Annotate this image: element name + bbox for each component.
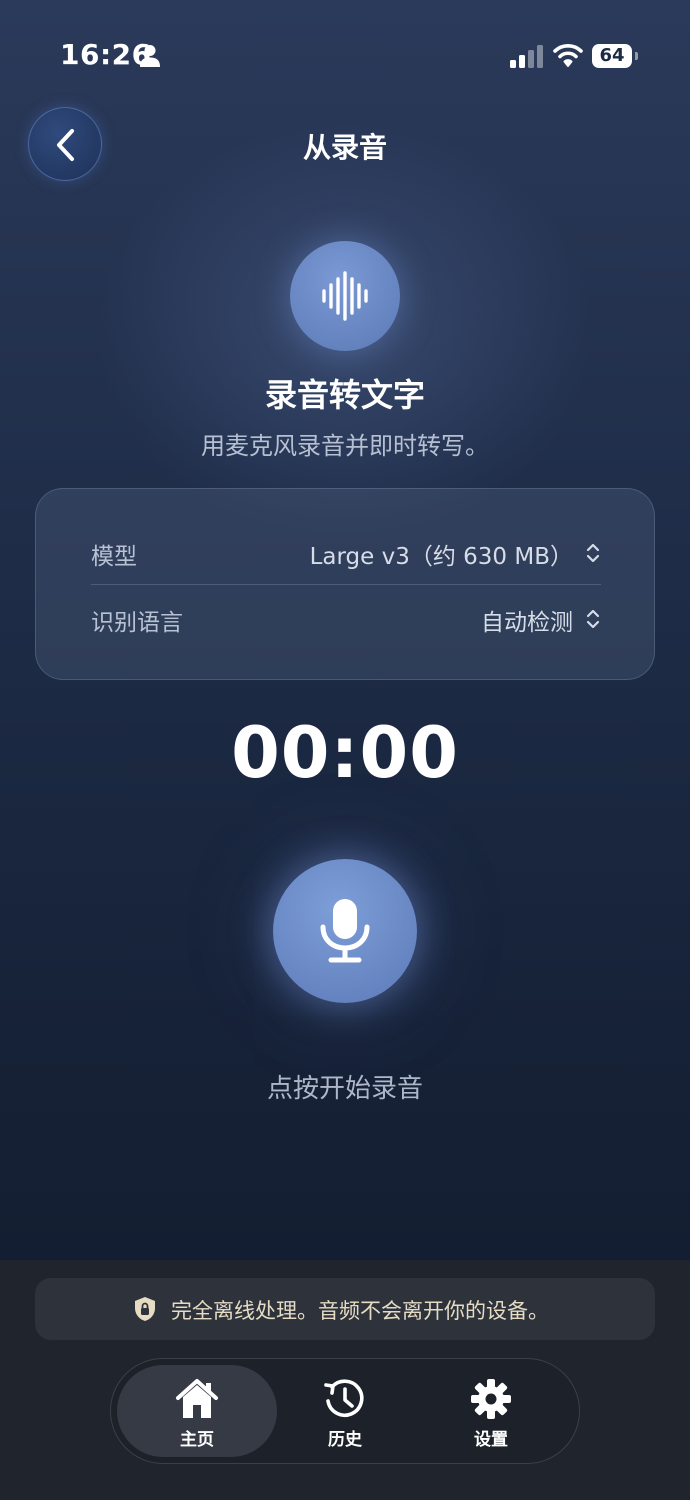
- settings-card: 模型 Large v3（约 630 MB） 识别语言 自动检测: [35, 488, 655, 680]
- language-selector[interactable]: 识别语言 自动检测: [91, 591, 601, 647]
- page-title: 从录音: [302, 131, 387, 164]
- tab-home[interactable]: 主页: [117, 1365, 277, 1457]
- record-button[interactable]: [273, 859, 417, 1003]
- battery-tip: [635, 52, 638, 60]
- chevron-updown-icon: [586, 543, 600, 563]
- chevron-updown-icon: [586, 609, 600, 629]
- waveform-icon: [322, 271, 368, 321]
- status-time: 16:26: [60, 38, 152, 71]
- tab-history-label: 历史: [328, 1430, 362, 1450]
- tab-settings-label: 设置: [474, 1430, 508, 1450]
- model-label: 模型: [91, 544, 137, 570]
- model-selector[interactable]: 模型 Large v3（约 630 MB）: [91, 525, 601, 581]
- language-label: 识别语言: [91, 610, 183, 636]
- gear-icon: [471, 1379, 511, 1419]
- person-icon: [140, 45, 160, 67]
- waveform-badge: [290, 241, 400, 351]
- model-value: Large v3（约 630 MB）: [309, 544, 573, 570]
- battery-level: 64: [592, 44, 632, 68]
- feature-subtitle: 用麦克风录音并即时转写。: [201, 432, 489, 460]
- tab-settings[interactable]: 设置: [411, 1365, 571, 1457]
- row-divider: [91, 584, 601, 585]
- recording-timer: 00:00: [231, 712, 459, 794]
- battery-icon: 64: [592, 44, 640, 68]
- feature-title: 录音转文字: [264, 376, 425, 414]
- tab-history[interactable]: 历史: [265, 1365, 425, 1457]
- microphone-icon: [320, 899, 370, 963]
- lock-shield-icon: [135, 1297, 155, 1321]
- language-value: 自动检测: [481, 610, 573, 636]
- offline-notice: 完全离线处理。音频不会离开你的设备。: [35, 1278, 655, 1340]
- home-icon: [176, 1379, 218, 1418]
- bottom-panel: 完全离线处理。音频不会离开你的设备。 主页 历史 设置: [0, 1260, 690, 1500]
- wifi-icon: [553, 44, 583, 67]
- record-hint: 点按开始录音: [266, 1074, 423, 1104]
- history-icon: [324, 1379, 364, 1418]
- offline-text: 完全离线处理。音频不会离开你的设备。: [171, 1299, 549, 1323]
- signal-icon: [510, 45, 543, 68]
- tab-bar: 主页 历史 设置: [110, 1358, 580, 1464]
- tab-home-label: 主页: [180, 1430, 214, 1450]
- status-bar: 16:26 64: [0, 0, 690, 100]
